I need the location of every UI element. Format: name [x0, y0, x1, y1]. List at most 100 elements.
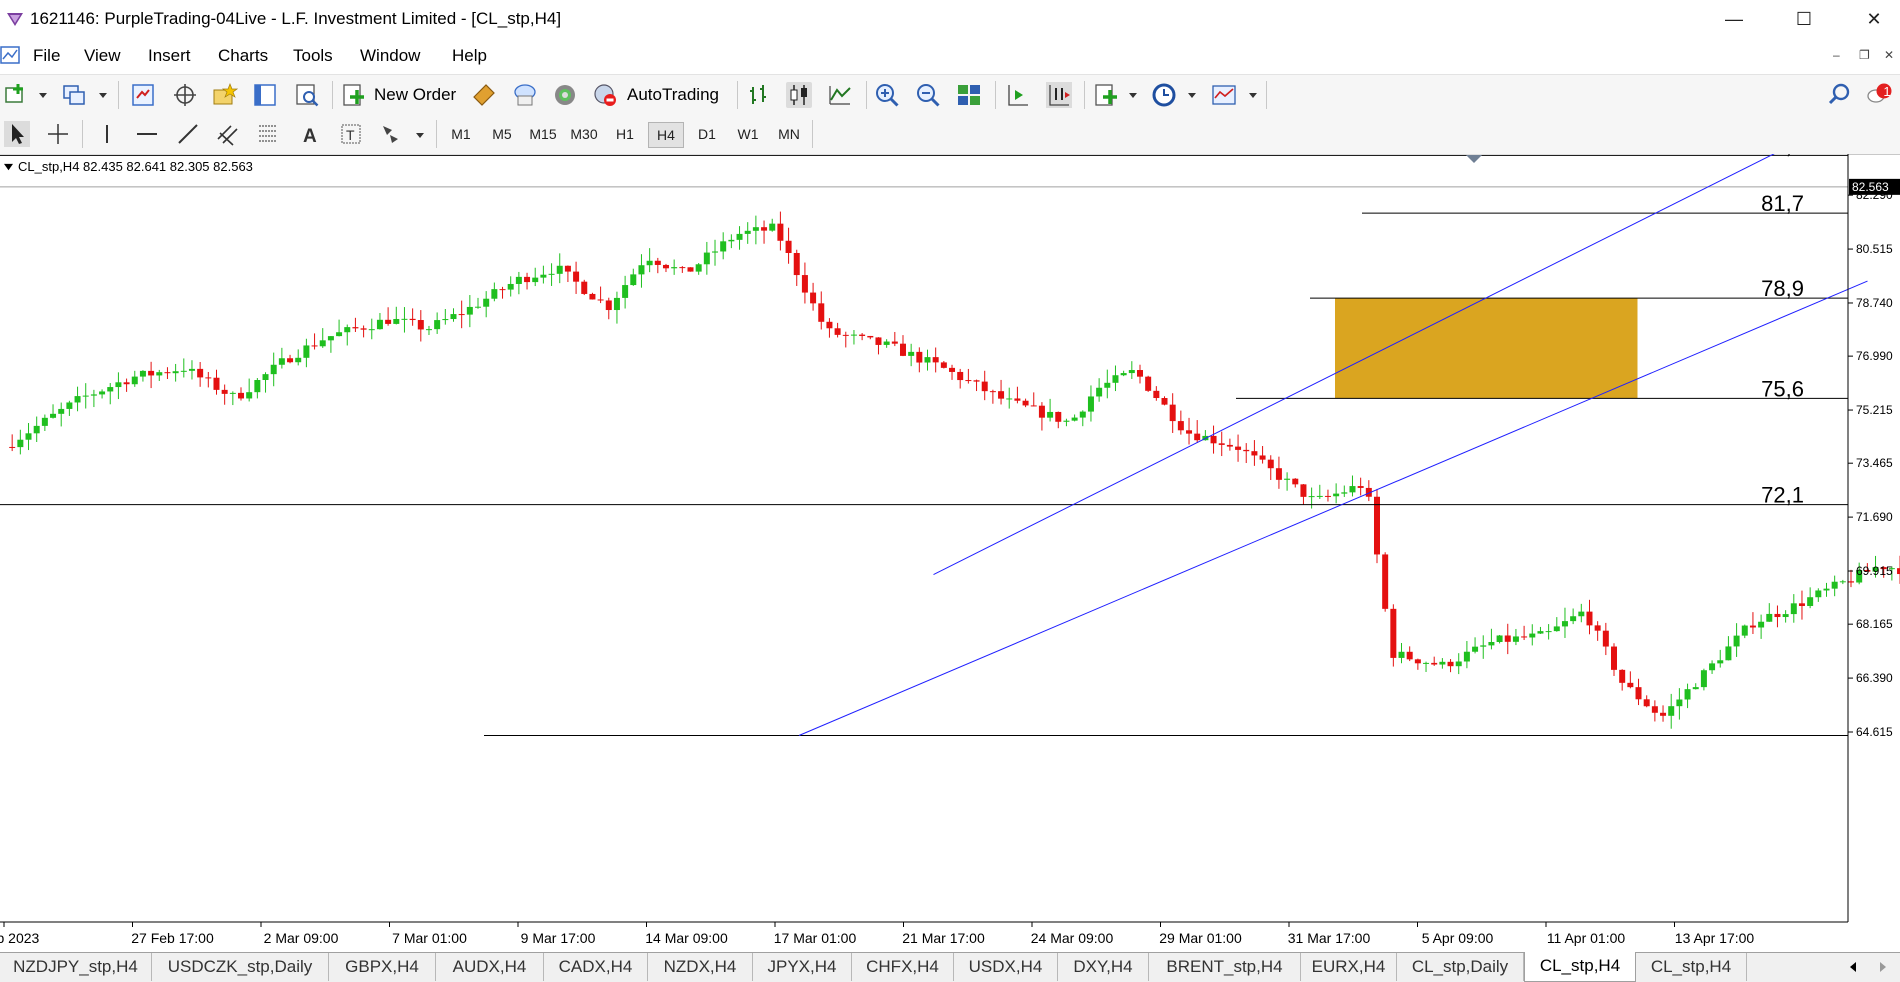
tabs-scroll-right-icon[interactable]: [1876, 960, 1890, 974]
tab-dxy-h4[interactable]: DXY,H4: [1058, 953, 1149, 981]
text-label-icon[interactable]: T: [338, 121, 364, 147]
tab-brent-stp-h4[interactable]: BRENT_stp,H4: [1149, 953, 1301, 981]
mdi-close-button[interactable]: ✕: [1884, 48, 1894, 62]
bull-candle: [90, 394, 97, 396]
menu-insert[interactable]: Insert: [148, 46, 191, 66]
tab-usdx-h4[interactable]: USDX,H4: [954, 953, 1058, 981]
tabs-scroll-left-icon[interactable]: [1846, 960, 1860, 974]
tab-cl-stp-h4-active[interactable]: CL_stp,H4: [1524, 952, 1636, 982]
market-watch-icon[interactable]: [130, 82, 156, 108]
metatrader-logo-icon: [7, 13, 23, 26]
bear-candle: [761, 227, 768, 231]
bear-candle: [965, 380, 972, 382]
periods-clock-icon[interactable]: [1151, 82, 1177, 108]
timeframe-m30[interactable]: M30: [567, 122, 601, 146]
menu-window[interactable]: Window: [360, 46, 420, 66]
indicators-icon[interactable]: [1094, 82, 1120, 108]
zoom-out-icon[interactable]: [915, 82, 941, 108]
timeframe-h4[interactable]: H4: [648, 122, 684, 148]
bear-candle: [899, 343, 906, 356]
chart-window-icon[interactable]: [0, 45, 22, 67]
minimize-button[interactable]: —: [1712, 4, 1756, 34]
strategy-tester-icon[interactable]: [294, 82, 320, 108]
mdi-minimize-button[interactable]: –: [1833, 48, 1840, 62]
bull-candle: [532, 277, 539, 283]
new-order-icon[interactable]: [342, 82, 368, 108]
tab-cl-stp-h4[interactable]: CL_stp,H4: [1636, 953, 1747, 981]
timeframe-m1[interactable]: M1: [444, 122, 478, 146]
chevron-down-icon[interactable]: [98, 90, 108, 100]
templates-icon[interactable]: [1211, 82, 1237, 108]
candlestick-chart-icon[interactable]: [786, 82, 812, 108]
chevron-down-icon[interactable]: [38, 90, 48, 100]
zoom-in-icon[interactable]: [874, 82, 900, 108]
new-chart-icon[interactable]: [4, 82, 30, 108]
horizontal-line-icon[interactable]: [134, 121, 160, 147]
price-chart[interactable]: 84.04082.29080.51578.74076.99075.21573.4…: [0, 154, 1900, 952]
trendline-icon[interactable]: [175, 121, 201, 147]
tab-chfx-h4[interactable]: CHFX,H4: [852, 953, 954, 981]
cursor-icon[interactable]: [4, 121, 30, 147]
tab-audx-h4[interactable]: AUDX,H4: [436, 953, 544, 981]
bull-candle: [613, 297, 620, 311]
chevron-down-icon[interactable]: [1128, 90, 1138, 100]
equidistant-channel-icon[interactable]: [215, 121, 241, 147]
search-icon[interactable]: [1827, 82, 1853, 108]
bull-candle: [1537, 631, 1544, 634]
menu-view[interactable]: View: [84, 46, 121, 66]
timeframe-mn[interactable]: MN: [772, 122, 806, 146]
menu-help[interactable]: Help: [452, 46, 487, 66]
chevron-down-icon[interactable]: [415, 130, 425, 140]
text-icon[interactable]: A: [297, 121, 323, 147]
tab-usdczk-stp-daily[interactable]: USDCZK_stp,Daily: [152, 953, 329, 981]
bear-candle: [1431, 662, 1438, 665]
autotrading-button[interactable]: AutoTrading: [627, 85, 719, 105]
new-order-button[interactable]: New Order: [374, 85, 456, 105]
close-button[interactable]: ✕: [1852, 4, 1896, 34]
arrows-icon[interactable]: [380, 121, 406, 147]
chart-window[interactable]: 84.04082.29080.51578.74076.99075.21573.4…: [0, 154, 1900, 952]
vertical-line-icon[interactable]: [94, 121, 120, 147]
tile-windows-icon[interactable]: [956, 82, 982, 108]
fibonacci-retracement-icon[interactable]: [256, 121, 282, 147]
tab-cl-stp-daily[interactable]: CL_stp,Daily: [1397, 953, 1524, 981]
menu-tools[interactable]: Tools: [293, 46, 333, 66]
menu-charts[interactable]: Charts: [218, 46, 268, 66]
timeframe-m15[interactable]: M15: [526, 122, 560, 146]
chevron-down-icon[interactable]: [1187, 90, 1197, 100]
line-chart-icon[interactable]: [827, 82, 853, 108]
bull-candle: [1717, 660, 1724, 664]
bull-candle: [1561, 621, 1568, 627]
market-icon[interactable]: [512, 82, 538, 108]
mdi-restore-button[interactable]: ❐: [1859, 48, 1870, 62]
data-window-icon[interactable]: [172, 82, 198, 108]
bear-candle: [989, 391, 996, 393]
navigator-icon[interactable]: [212, 82, 238, 108]
timeframe-m5[interactable]: M5: [485, 122, 519, 146]
bear-candle: [1300, 484, 1307, 497]
timeframe-w1[interactable]: W1: [731, 122, 765, 146]
tab-cadx-h4[interactable]: CADX,H4: [544, 953, 648, 981]
chevron-down-icon[interactable]: [1248, 90, 1258, 100]
auto-scroll-icon[interactable]: [1046, 82, 1072, 108]
price-tick-label: 75.215: [1856, 403, 1893, 417]
maximize-button[interactable]: ☐: [1782, 4, 1826, 34]
tab-jpyx-h4[interactable]: JPYX,H4: [753, 953, 852, 981]
tab-gbpx-h4[interactable]: GBPX,H4: [329, 953, 436, 981]
terminal-icon[interactable]: [252, 82, 278, 108]
time-tick-label: 2 Mar 09:00: [264, 930, 339, 946]
autotrading-icon[interactable]: [592, 82, 618, 108]
timeframe-d1[interactable]: D1: [690, 122, 724, 146]
bar-chart-icon[interactable]: [746, 82, 772, 108]
chevron-down-icon[interactable]: [4, 163, 13, 172]
profiles-icon[interactable]: [62, 82, 88, 108]
chart-shift-icon[interactable]: [1005, 82, 1031, 108]
metaeditor-icon[interactable]: [471, 82, 497, 108]
tab-nzdx-h4[interactable]: NZDX,H4: [648, 953, 753, 981]
signals-icon[interactable]: [552, 82, 578, 108]
timeframe-h1[interactable]: H1: [608, 122, 642, 146]
tab-eurx-h4[interactable]: EURX,H4: [1301, 953, 1397, 981]
crosshair-icon[interactable]: [45, 121, 71, 147]
menu-file[interactable]: File: [33, 46, 60, 66]
tab-nzdjpy-stp-h4[interactable]: NZDJPY_stp,H4: [0, 953, 152, 981]
